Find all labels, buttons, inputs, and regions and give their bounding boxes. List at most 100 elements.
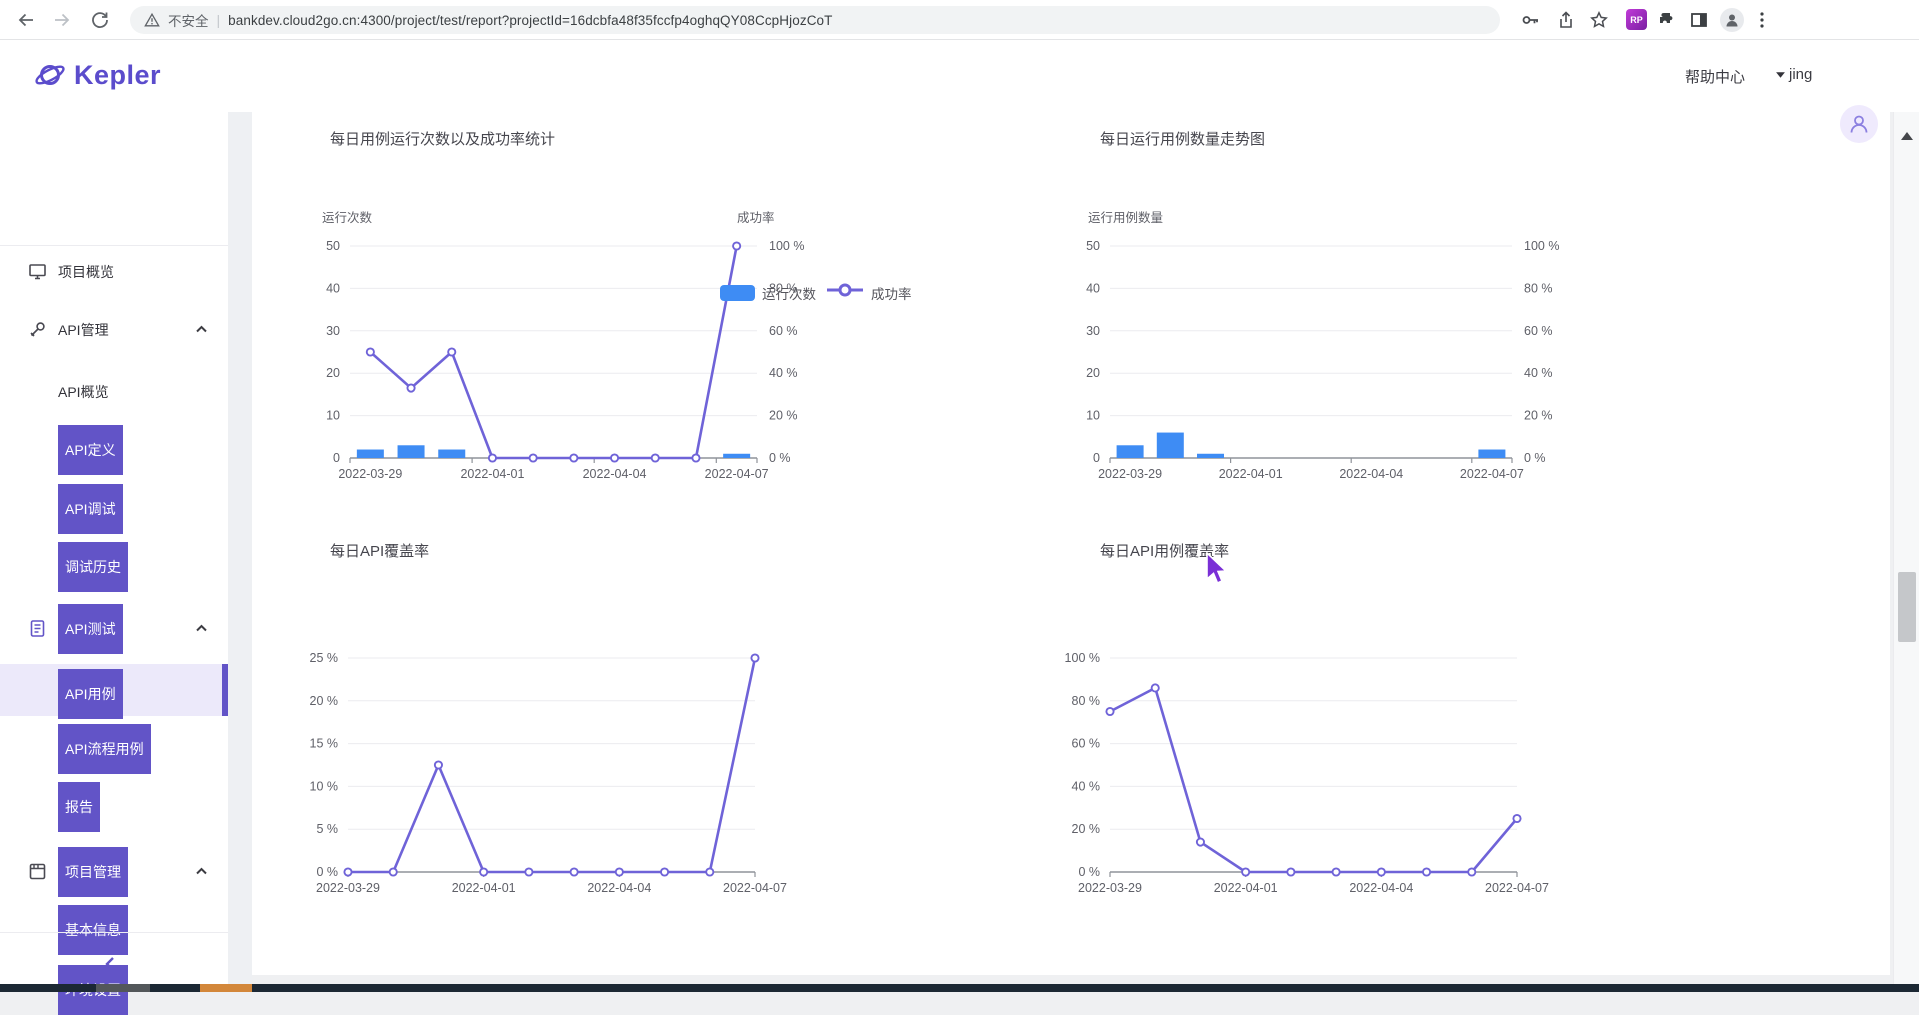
svg-text:20: 20 [1086, 366, 1100, 380]
chart-title-run-success: 每日用例运行次数以及成功率统计 [330, 128, 555, 149]
svg-text:0 %: 0 % [1078, 865, 1100, 879]
sidebar-item-api-test[interactable]: API测试 [0, 605, 228, 653]
sidebar-divider [0, 932, 228, 933]
legend-item-bar[interactable]: 运行次数 [720, 283, 816, 303]
extension-rp-icon[interactable]: RP [1626, 9, 1647, 30]
sidebar-item-api-overview[interactable]: API概览 [0, 368, 228, 416]
svg-text:2022-04-07: 2022-04-07 [723, 881, 787, 895]
sidebar-item-api-manage[interactable]: API管理 [0, 306, 228, 354]
chevron-up-icon [194, 621, 210, 637]
legend-item-line[interactable]: 成功率 [826, 282, 912, 303]
scroll-up-arrow-icon[interactable] [1901, 132, 1913, 140]
forward-icon[interactable] [52, 10, 72, 30]
person-icon [1848, 113, 1870, 135]
browser-profile-avatar[interactable] [1720, 8, 1744, 32]
svg-text:5 %: 5 % [316, 822, 338, 836]
svg-text:40 %: 40 % [769, 366, 798, 380]
side-panel-icon[interactable] [1689, 10, 1709, 30]
svg-text:2022-04-07: 2022-04-07 [705, 467, 769, 481]
chart-title-case-trend: 每日运行用例数量走势图 [1100, 128, 1265, 149]
chart-daily-case-coverage: 0 %20 %40 %60 %80 %100 %2022-03-292022-0… [1040, 600, 1640, 900]
sidebar-item-api-define[interactable]: API定义 [0, 426, 228, 474]
sidebar-item-api-flow-case[interactable]: API流程用例 [0, 725, 228, 773]
page-scrollbar[interactable] [1893, 112, 1919, 984]
address-bar[interactable]: 不安全 | bankdev.cloud2go.cn:4300/project/t… [130, 6, 1500, 34]
app-header: Kepler 帮助中心 jing [0, 40, 1919, 112]
svg-text:10 %: 10 % [310, 779, 339, 793]
svg-text:2022-04-04: 2022-04-04 [1349, 881, 1413, 895]
chart-title-api-coverage: 每日API覆盖率 [330, 540, 429, 561]
sidebar-item-label: API流程用例 [58, 724, 151, 774]
browser-toolbar: 不安全 | bankdev.cloud2go.cn:4300/project/t… [0, 0, 1919, 40]
svg-text:100 %: 100 % [769, 239, 804, 253]
svg-text:20 %: 20 % [1072, 822, 1101, 836]
sidebar-item-project-overview[interactable]: 项目概览 [0, 248, 228, 296]
svg-text:2022-04-04: 2022-04-04 [1339, 467, 1403, 481]
sidebar-item-report[interactable]: 报告 [0, 783, 228, 831]
sidebar-item-label: API调试 [58, 484, 123, 534]
svg-text:40: 40 [326, 281, 340, 295]
svg-text:2022-04-04: 2022-04-04 [583, 467, 647, 481]
bookmark-star-icon[interactable] [1589, 10, 1609, 30]
monitor-icon [28, 262, 48, 282]
sidebar-item-label: API用例 [58, 669, 123, 719]
legend-line-swatch [826, 282, 864, 303]
svg-text:2022-04-01: 2022-04-01 [452, 881, 516, 895]
sidebar-item-api-case[interactable]: API用例 [0, 670, 228, 718]
kepler-logo[interactable]: Kepler [33, 58, 161, 92]
svg-text:10: 10 [1086, 409, 1100, 423]
svg-text:0 %: 0 % [316, 865, 338, 879]
reload-icon[interactable] [90, 10, 110, 30]
help-center-link[interactable]: 帮助中心 [1685, 66, 1745, 87]
svg-text:60 %: 60 % [1524, 324, 1553, 338]
video-progress-bar [0, 984, 1919, 992]
svg-text:30: 30 [326, 324, 340, 338]
svg-text:30: 30 [1086, 324, 1100, 338]
sidebar-item-debug-history[interactable]: 调试历史 [0, 543, 228, 591]
sidebar-item-api-debug[interactable]: API调试 [0, 485, 228, 533]
sidebar-nav: 项目概览 API管理 API概览 API定义 API调试调试历史 API测试 API用例AP… [0, 112, 228, 984]
sidebar-item-project-manage[interactable]: 项目管理 [0, 848, 228, 896]
sidebar-item-label: API测试 [58, 604, 123, 654]
mouse-cursor [1205, 552, 1229, 584]
svg-text:2022-03-29: 2022-03-29 [1078, 881, 1142, 895]
sidebar-item-label: 调试历史 [58, 542, 128, 592]
svg-text:20 %: 20 % [310, 694, 339, 708]
back-icon[interactable] [16, 10, 36, 30]
api-icon [28, 320, 48, 340]
sidebar-item-label: 报告 [58, 782, 100, 832]
sidebar-gutter [228, 112, 252, 984]
svg-text:2022-04-07: 2022-04-07 [1460, 467, 1524, 481]
svg-text:2022-04-01: 2022-04-01 [1219, 467, 1283, 481]
sidebar-item-label: API管理 [58, 320, 109, 340]
svg-text:10: 10 [326, 409, 340, 423]
svg-text:0 %: 0 % [1524, 451, 1546, 465]
svg-text:2022-04-04: 2022-04-04 [587, 881, 651, 895]
svg-text:60 %: 60 % [769, 324, 798, 338]
password-key-icon[interactable] [1521, 10, 1541, 30]
progress-segment [96, 984, 150, 992]
user-avatar[interactable] [1840, 105, 1878, 143]
scrollbar-thumb[interactable] [1898, 572, 1916, 642]
user-menu[interactable]: jing [1775, 66, 1812, 83]
svg-text:100 %: 100 % [1065, 651, 1100, 665]
svg-text:2022-04-01: 2022-04-01 [460, 467, 524, 481]
svg-text:60 %: 60 % [1072, 737, 1101, 751]
svg-text:40: 40 [1086, 281, 1100, 295]
chevron-up-icon [194, 864, 210, 880]
share-icon[interactable] [1556, 10, 1576, 30]
report-content: 每日用例运行次数以及成功率统计 每日运行用例数量走势图 每日API覆盖率 每日A… [252, 112, 1890, 975]
progress-segment [200, 984, 252, 992]
svg-text:0 %: 0 % [769, 451, 791, 465]
extensions-puzzle-icon[interactable] [1657, 10, 1677, 30]
svg-text:20 %: 20 % [769, 409, 798, 423]
browser-menu-kebab-icon[interactable] [1752, 10, 1772, 30]
sidebar-item-label: 项目管理 [58, 847, 128, 897]
svg-text:2022-04-07: 2022-04-07 [1485, 881, 1549, 895]
sidebar-item-basic-info[interactable]: 基本信息 [0, 906, 228, 954]
svg-text:80 %: 80 % [1524, 281, 1553, 295]
svg-text:20: 20 [326, 366, 340, 380]
url-separator: | [217, 12, 221, 28]
svg-text:2022-03-29: 2022-03-29 [338, 467, 402, 481]
collapse-sidebar-button[interactable] [84, 948, 136, 980]
